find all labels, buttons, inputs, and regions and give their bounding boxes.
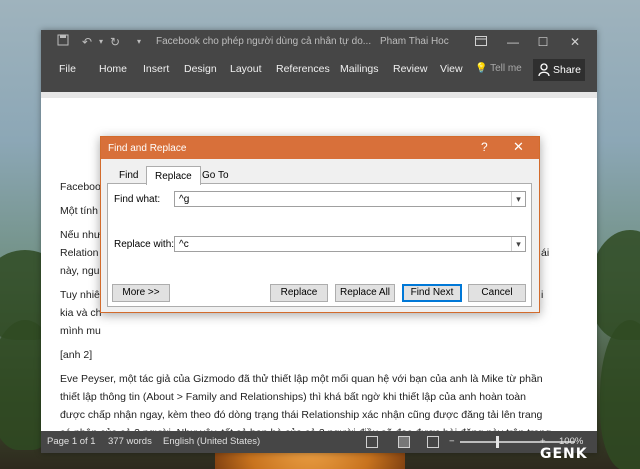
customize-toolbar-icon[interactable]: ▾ — [131, 34, 147, 50]
close-icon[interactable]: ✕ — [513, 139, 524, 155]
tell-me-box[interactable]: 💡 Tell me — [475, 63, 522, 74]
tab-review[interactable]: Review — [393, 63, 427, 75]
zoom-slider[interactable] — [460, 441, 575, 443]
user-name[interactable]: Pham Thai Hoc — [380, 36, 449, 47]
doc-line: mình mu — [60, 325, 101, 337]
zoom-out-button[interactable]: − — [449, 436, 455, 447]
dialog-title-bar[interactable]: Find and Replace ? ✕ — [101, 137, 539, 159]
read-mode-icon[interactable] — [366, 436, 378, 448]
minimize-icon[interactable]: — — [503, 33, 523, 51]
zoom-slider-thumb[interactable] — [496, 436, 499, 448]
doc-line: thiết lập thông tin (About > Family and … — [60, 391, 526, 403]
replace-all-button[interactable]: Replace All — [335, 284, 395, 302]
cancel-button[interactable]: Cancel — [468, 284, 526, 302]
doc-line: Faceboo — [60, 181, 101, 193]
doc-line: được chấp nhận ngay, kèm theo đó dòng tr… — [60, 409, 543, 421]
close-window-icon[interactable]: ✕ — [565, 33, 585, 51]
find-replace-dialog: Find and Replace ? ✕ Find Replace Go To … — [100, 136, 540, 313]
tab-file[interactable]: File — [59, 63, 76, 75]
find-next-button[interactable]: Find Next — [402, 284, 462, 302]
find-what-label: Find what: — [114, 194, 161, 205]
doc-line: này, ngu — [60, 265, 100, 277]
ribbon-display-options-icon[interactable] — [471, 33, 491, 51]
print-layout-icon[interactable] — [398, 436, 410, 448]
dialog-title: Find and Replace — [108, 143, 187, 154]
doc-line: Tuy nhiê — [60, 289, 100, 301]
doc-line: [anh 2] — [60, 349, 93, 361]
word-count[interactable]: 377 words — [108, 436, 152, 447]
share-button[interactable]: Share — [533, 59, 585, 81]
replace-with-value: ^c — [179, 239, 189, 250]
page-count[interactable]: Page 1 of 1 — [47, 436, 96, 447]
lightbulb-icon: 💡 — [475, 63, 488, 74]
find-what-value: ^g — [179, 194, 190, 205]
doc-line: kia và ch — [60, 307, 102, 319]
replace-button[interactable]: Replace — [270, 284, 328, 302]
replace-with-input[interactable]: ^c ▾ — [174, 236, 526, 252]
redo-icon[interactable]: ↻ — [107, 34, 123, 50]
ribbon-tabs: File Home Insert Design Layout Reference… — [41, 54, 597, 92]
doc-line: Eve Peyser, một tác giả của Gizmodo đã t… — [60, 373, 543, 385]
save-icon[interactable] — [55, 34, 71, 50]
doc-line-fragment: i — [541, 289, 544, 301]
replace-with-label: Replace with: — [114, 239, 175, 250]
tab-layout[interactable]: Layout — [230, 63, 262, 75]
tab-references[interactable]: References — [276, 63, 330, 75]
share-label: Share — [553, 64, 582, 76]
more-button[interactable]: More >> — [112, 284, 170, 302]
doc-line: Nếu như — [60, 229, 101, 241]
title-bar: ↶ ▾ ↻ ▾ Facebook cho phép người dùng cả … — [41, 30, 597, 54]
tab-view[interactable]: View — [440, 63, 463, 75]
watermark-logo: GENK — [540, 446, 588, 462]
chevron-down-icon[interactable]: ▾ — [511, 192, 525, 206]
tell-me-label: Tell me — [490, 63, 522, 74]
tab-home[interactable]: Home — [99, 63, 127, 75]
doc-line: Một tính — [60, 205, 98, 217]
maximize-icon[interactable]: ☐ — [533, 33, 553, 51]
status-bar: Page 1 of 1 377 words English (United St… — [41, 431, 597, 453]
doc-line: Relation — [60, 247, 99, 259]
tab-insert[interactable]: Insert — [143, 63, 169, 75]
web-layout-icon[interactable] — [427, 436, 439, 448]
help-icon[interactable]: ? — [481, 140, 488, 154]
chevron-down-icon[interactable]: ▾ — [511, 237, 525, 251]
dialog-body: Find Replace Go To Find what: ^g ▾ Repla… — [101, 159, 539, 312]
palm-tree — [600, 320, 640, 469]
tab-mailings[interactable]: Mailings — [340, 63, 379, 75]
tab-replace[interactable]: Replace — [146, 166, 201, 185]
tab-design[interactable]: Design — [184, 63, 217, 75]
doc-line-fragment: ái — [541, 247, 550, 259]
language-indicator[interactable]: English (United States) — [163, 436, 260, 447]
person-icon — [538, 63, 550, 77]
find-what-input[interactable]: ^g ▾ — [174, 191, 526, 207]
document-title: Facebook cho phép người dùng cả nhân tự … — [156, 36, 372, 47]
tab-find[interactable]: Find — [111, 166, 146, 184]
